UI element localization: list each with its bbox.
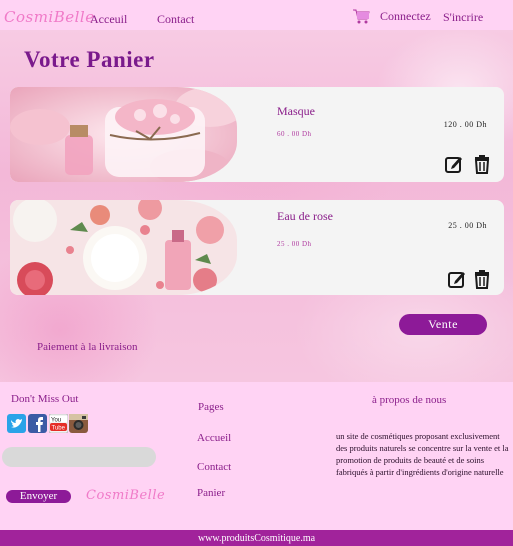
trash-icon[interactable]: [472, 154, 492, 174]
product-image-masque: [10, 87, 237, 182]
footer: Don't Miss Out You Tube Envoyer CosmiBel…: [0, 382, 513, 530]
cash-on-delivery-label: Paiement à la livraison: [37, 341, 138, 353]
cart-item-card: Masque 60 . 00 Dh 120 . 00 Dh: [10, 87, 504, 182]
product-name: Eau de rose: [277, 209, 333, 223]
nav-signup-link[interactable]: S'incrire: [443, 10, 483, 25]
youtube-icon[interactable]: You Tube: [49, 414, 68, 433]
nav-accueil-link[interactable]: Acceuil: [90, 12, 127, 27]
newsletter-email-input[interactable]: [2, 447, 156, 467]
edit-icon[interactable]: [444, 154, 464, 174]
product-unit-price: 25 . 00 Dh: [277, 240, 312, 248]
send-button[interactable]: Envoyer: [6, 490, 71, 503]
footer-link-contact[interactable]: Contact: [197, 461, 231, 473]
instagram-icon[interactable]: [69, 414, 88, 433]
site-logo[interactable]: CosmiBelle: [4, 8, 95, 26]
edit-icon[interactable]: [447, 269, 467, 289]
product-total-price: 25 . 00 Dh: [448, 221, 487, 230]
sell-button[interactable]: Vente: [399, 314, 487, 335]
nav-contact-link[interactable]: Contact: [157, 12, 194, 27]
site-url-bar: www.produitsCosmitique.ma: [0, 530, 513, 546]
product-total-price: 120 . 00 Dh: [443, 120, 487, 129]
footer-link-panier[interactable]: Panier: [197, 487, 225, 499]
page-title: Votre Panier: [24, 47, 155, 72]
cart-item-card: Eau de rose 25 . 00 Dh 25 . 00 Dh: [10, 200, 504, 295]
twitter-icon[interactable]: [7, 414, 26, 433]
about-us-text: un site de cosmétiques proposant exclusi…: [336, 431, 509, 477]
svg-text:You: You: [51, 418, 61, 424]
nav-connect-link[interactable]: Connectez: [380, 9, 431, 24]
product-image-eau-de-rose: [10, 200, 237, 295]
product-name: Masque: [277, 104, 315, 118]
footer-link-accueil[interactable]: Accueil: [197, 432, 231, 444]
footer-logo: CosmiBelle: [86, 488, 166, 503]
product-unit-price: 60 . 00 Dh: [277, 130, 312, 138]
footer-pages-heading: Pages: [198, 401, 224, 413]
dont-miss-out-heading: Don't Miss Out: [11, 393, 79, 405]
top-header: CosmiBelle Acceuil Contact Connectez S'i…: [0, 0, 513, 30]
about-us-heading: à propos de nous: [372, 394, 447, 406]
trash-icon[interactable]: [472, 269, 492, 289]
facebook-icon[interactable]: [28, 414, 47, 433]
svg-text:Tube: Tube: [52, 426, 66, 432]
cart-icon[interactable]: [352, 8, 370, 24]
